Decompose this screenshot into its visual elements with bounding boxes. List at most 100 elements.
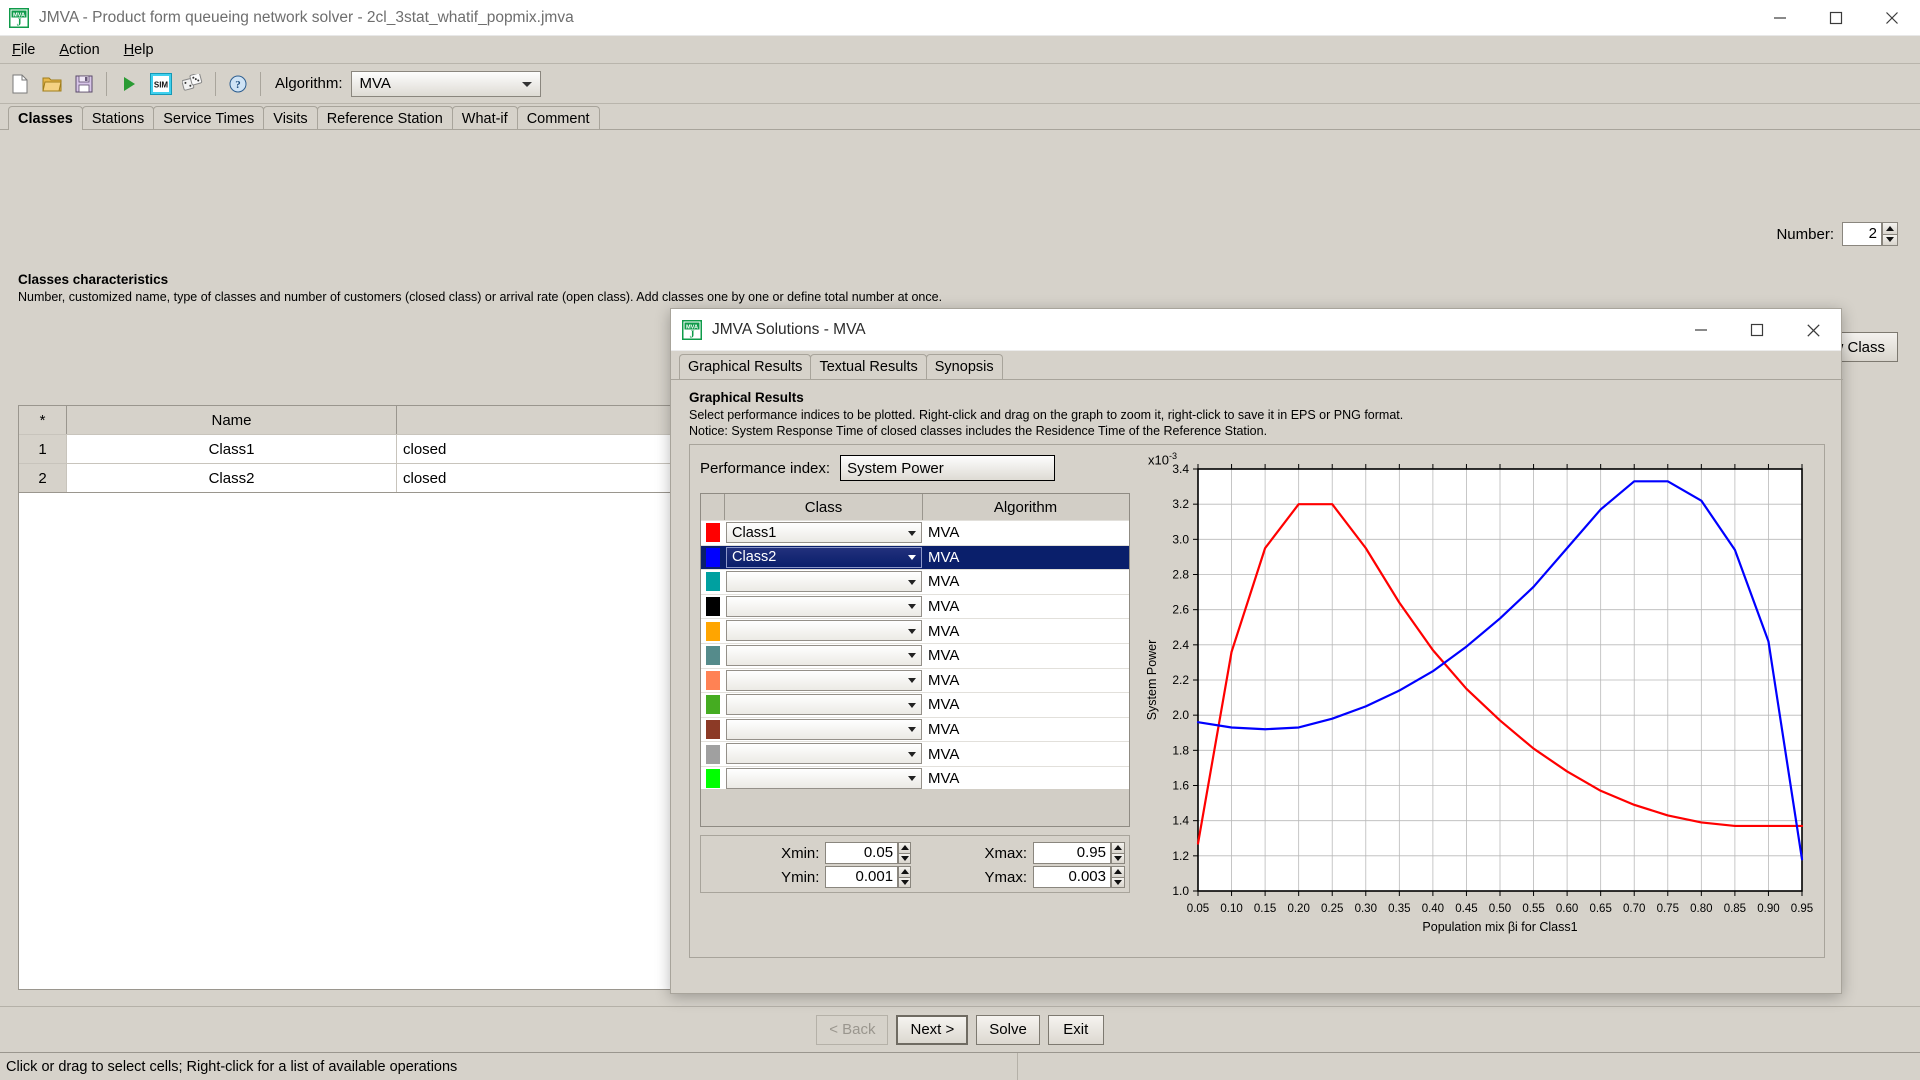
series-class-select[interactable] bbox=[726, 644, 922, 666]
xmax-down[interactable] bbox=[1111, 852, 1125, 864]
series-row[interactable]: Class1 MVA bbox=[701, 520, 1129, 545]
series-row[interactable]: MVA bbox=[701, 593, 1129, 619]
tab-synopsis[interactable]: Synopsis bbox=[925, 354, 1003, 379]
menu-file[interactable]: FFileile bbox=[0, 39, 47, 61]
series-class-cell[interactable] bbox=[725, 742, 923, 766]
tab-service-times[interactable]: Service Times bbox=[153, 106, 265, 130]
series-class-cell[interactable] bbox=[725, 595, 923, 619]
play-icon[interactable] bbox=[116, 71, 142, 97]
series-algorithm-value[interactable]: MVA bbox=[923, 718, 1128, 742]
new-file-icon[interactable] bbox=[7, 71, 33, 97]
ymax-up[interactable] bbox=[1111, 866, 1125, 877]
xmin-down[interactable] bbox=[898, 852, 911, 864]
algorithm-select[interactable]: MVA bbox=[350, 70, 541, 97]
series-row[interactable]: MVA bbox=[701, 618, 1129, 643]
number-stepper[interactable] bbox=[1882, 222, 1898, 246]
series-row[interactable]: MVA bbox=[701, 716, 1129, 742]
series-class-select[interactable] bbox=[726, 595, 922, 617]
solve-button[interactable]: Solve bbox=[976, 1014, 1040, 1045]
series-color-swatch[interactable] bbox=[701, 693, 725, 717]
series-class-cell[interactable] bbox=[725, 619, 923, 643]
menu-action[interactable]: Action bbox=[47, 39, 111, 61]
series-algorithm-value[interactable]: MVA bbox=[923, 521, 1128, 545]
series-color-swatch[interactable] bbox=[701, 594, 725, 619]
series-class-cell[interactable] bbox=[725, 644, 923, 668]
series-row[interactable]: Class2 MVA bbox=[701, 544, 1129, 570]
series-row[interactable]: MVA bbox=[701, 692, 1129, 717]
tab-comment[interactable]: Comment bbox=[516, 106, 600, 130]
dice-icon[interactable] bbox=[180, 71, 206, 97]
series-class-cell[interactable] bbox=[725, 669, 923, 693]
exit-button[interactable]: Exit bbox=[1047, 1014, 1104, 1045]
series-class-cell[interactable] bbox=[725, 570, 923, 594]
tab-reference-station[interactable]: Reference Station bbox=[316, 106, 453, 130]
number-input[interactable]: 2 bbox=[1842, 222, 1882, 246]
xmin-input[interactable]: 0.05 bbox=[825, 842, 899, 864]
series-class-select[interactable] bbox=[726, 718, 922, 740]
series-class-cell[interactable] bbox=[725, 767, 923, 791]
series-class-select[interactable] bbox=[726, 571, 922, 593]
menu-help[interactable]: Help bbox=[112, 39, 166, 61]
system-power-chart[interactable]: x10-3 0.05 0.10 0.15 0.20 0.25 0.30 0.35 0.40 0.… bbox=[1140, 451, 1816, 951]
help-icon[interactable]: ? bbox=[225, 71, 251, 97]
tab-stations[interactable]: Stations bbox=[81, 106, 155, 130]
next-button[interactable]: Next > bbox=[896, 1014, 969, 1045]
series-algorithm-value[interactable]: MVA bbox=[923, 546, 1128, 570]
series-algorithm-value[interactable]: MVA bbox=[923, 669, 1128, 693]
series-color-swatch[interactable] bbox=[701, 742, 725, 766]
series-color-swatch[interactable] bbox=[701, 766, 725, 791]
series-class-select[interactable] bbox=[726, 767, 922, 789]
ymin-up[interactable] bbox=[898, 866, 911, 877]
ymax-down[interactable] bbox=[1111, 876, 1125, 888]
series-class-select[interactable]: Class1 bbox=[726, 522, 922, 543]
series-algorithm-value[interactable]: MVA bbox=[923, 595, 1128, 619]
series-row[interactable]: MVA bbox=[701, 642, 1129, 668]
series-class-select[interactable] bbox=[726, 669, 922, 691]
minimize-icon[interactable] bbox=[1673, 309, 1729, 351]
xmin-stepper[interactable] bbox=[898, 842, 911, 864]
xmax-input[interactable]: 0.95 bbox=[1033, 842, 1111, 864]
row-name[interactable]: Class1 bbox=[67, 435, 397, 463]
tab-what-if[interactable]: What-if bbox=[451, 106, 518, 130]
performance-index-select[interactable]: System Power bbox=[840, 455, 1056, 481]
ymin-input[interactable]: 0.001 bbox=[825, 866, 899, 888]
series-algorithm-value[interactable]: MVA bbox=[923, 570, 1128, 594]
series-row[interactable]: MVA bbox=[701, 741, 1129, 766]
series-algorithm-value[interactable]: MVA bbox=[923, 767, 1128, 791]
ymax-stepper[interactable] bbox=[1111, 866, 1125, 888]
maximize-icon[interactable] bbox=[1808, 0, 1864, 36]
series-algorithm-value[interactable]: MVA bbox=[923, 742, 1128, 766]
stepper-down[interactable] bbox=[1882, 233, 1898, 246]
xmax-up[interactable] bbox=[1111, 842, 1125, 853]
tab-graphical-results[interactable]: Graphical Results bbox=[679, 354, 812, 379]
series-class-cell[interactable]: Class1 bbox=[725, 521, 923, 545]
ymax-input[interactable]: 0.003 bbox=[1033, 866, 1111, 888]
close-icon[interactable] bbox=[1864, 0, 1920, 36]
series-row[interactable]: MVA bbox=[701, 569, 1129, 594]
row-name[interactable]: Class2 bbox=[67, 464, 397, 492]
series-color-swatch[interactable] bbox=[701, 570, 725, 594]
maximize-icon[interactable] bbox=[1729, 309, 1785, 351]
series-color-swatch[interactable] bbox=[701, 643, 725, 668]
series-class-select[interactable] bbox=[726, 743, 922, 765]
series-algorithm-value[interactable]: MVA bbox=[923, 619, 1128, 643]
ymin-down[interactable] bbox=[898, 876, 911, 888]
series-row[interactable]: MVA bbox=[701, 765, 1129, 791]
tab-visits[interactable]: Visits bbox=[263, 106, 318, 130]
ymin-stepper[interactable] bbox=[898, 866, 911, 888]
stepper-up[interactable] bbox=[1882, 222, 1898, 234]
series-color-swatch[interactable] bbox=[701, 521, 725, 545]
close-icon[interactable] bbox=[1785, 309, 1841, 351]
series-color-swatch[interactable] bbox=[701, 717, 725, 742]
tab-classes[interactable]: Classes bbox=[8, 106, 83, 130]
series-color-swatch[interactable] bbox=[701, 619, 725, 643]
sim-icon[interactable]: SIM bbox=[148, 71, 174, 97]
save-disk-icon[interactable] bbox=[71, 71, 97, 97]
series-row[interactable]: MVA bbox=[701, 667, 1129, 693]
open-folder-icon[interactable] bbox=[39, 71, 65, 97]
tab-textual-results[interactable]: Textual Results bbox=[810, 354, 927, 379]
series-class-cell[interactable]: Class2 bbox=[725, 546, 923, 570]
series-algorithm-value[interactable]: MVA bbox=[923, 644, 1128, 668]
series-class-cell[interactable] bbox=[725, 718, 923, 742]
series-class-select[interactable]: Class2 bbox=[726, 546, 922, 568]
